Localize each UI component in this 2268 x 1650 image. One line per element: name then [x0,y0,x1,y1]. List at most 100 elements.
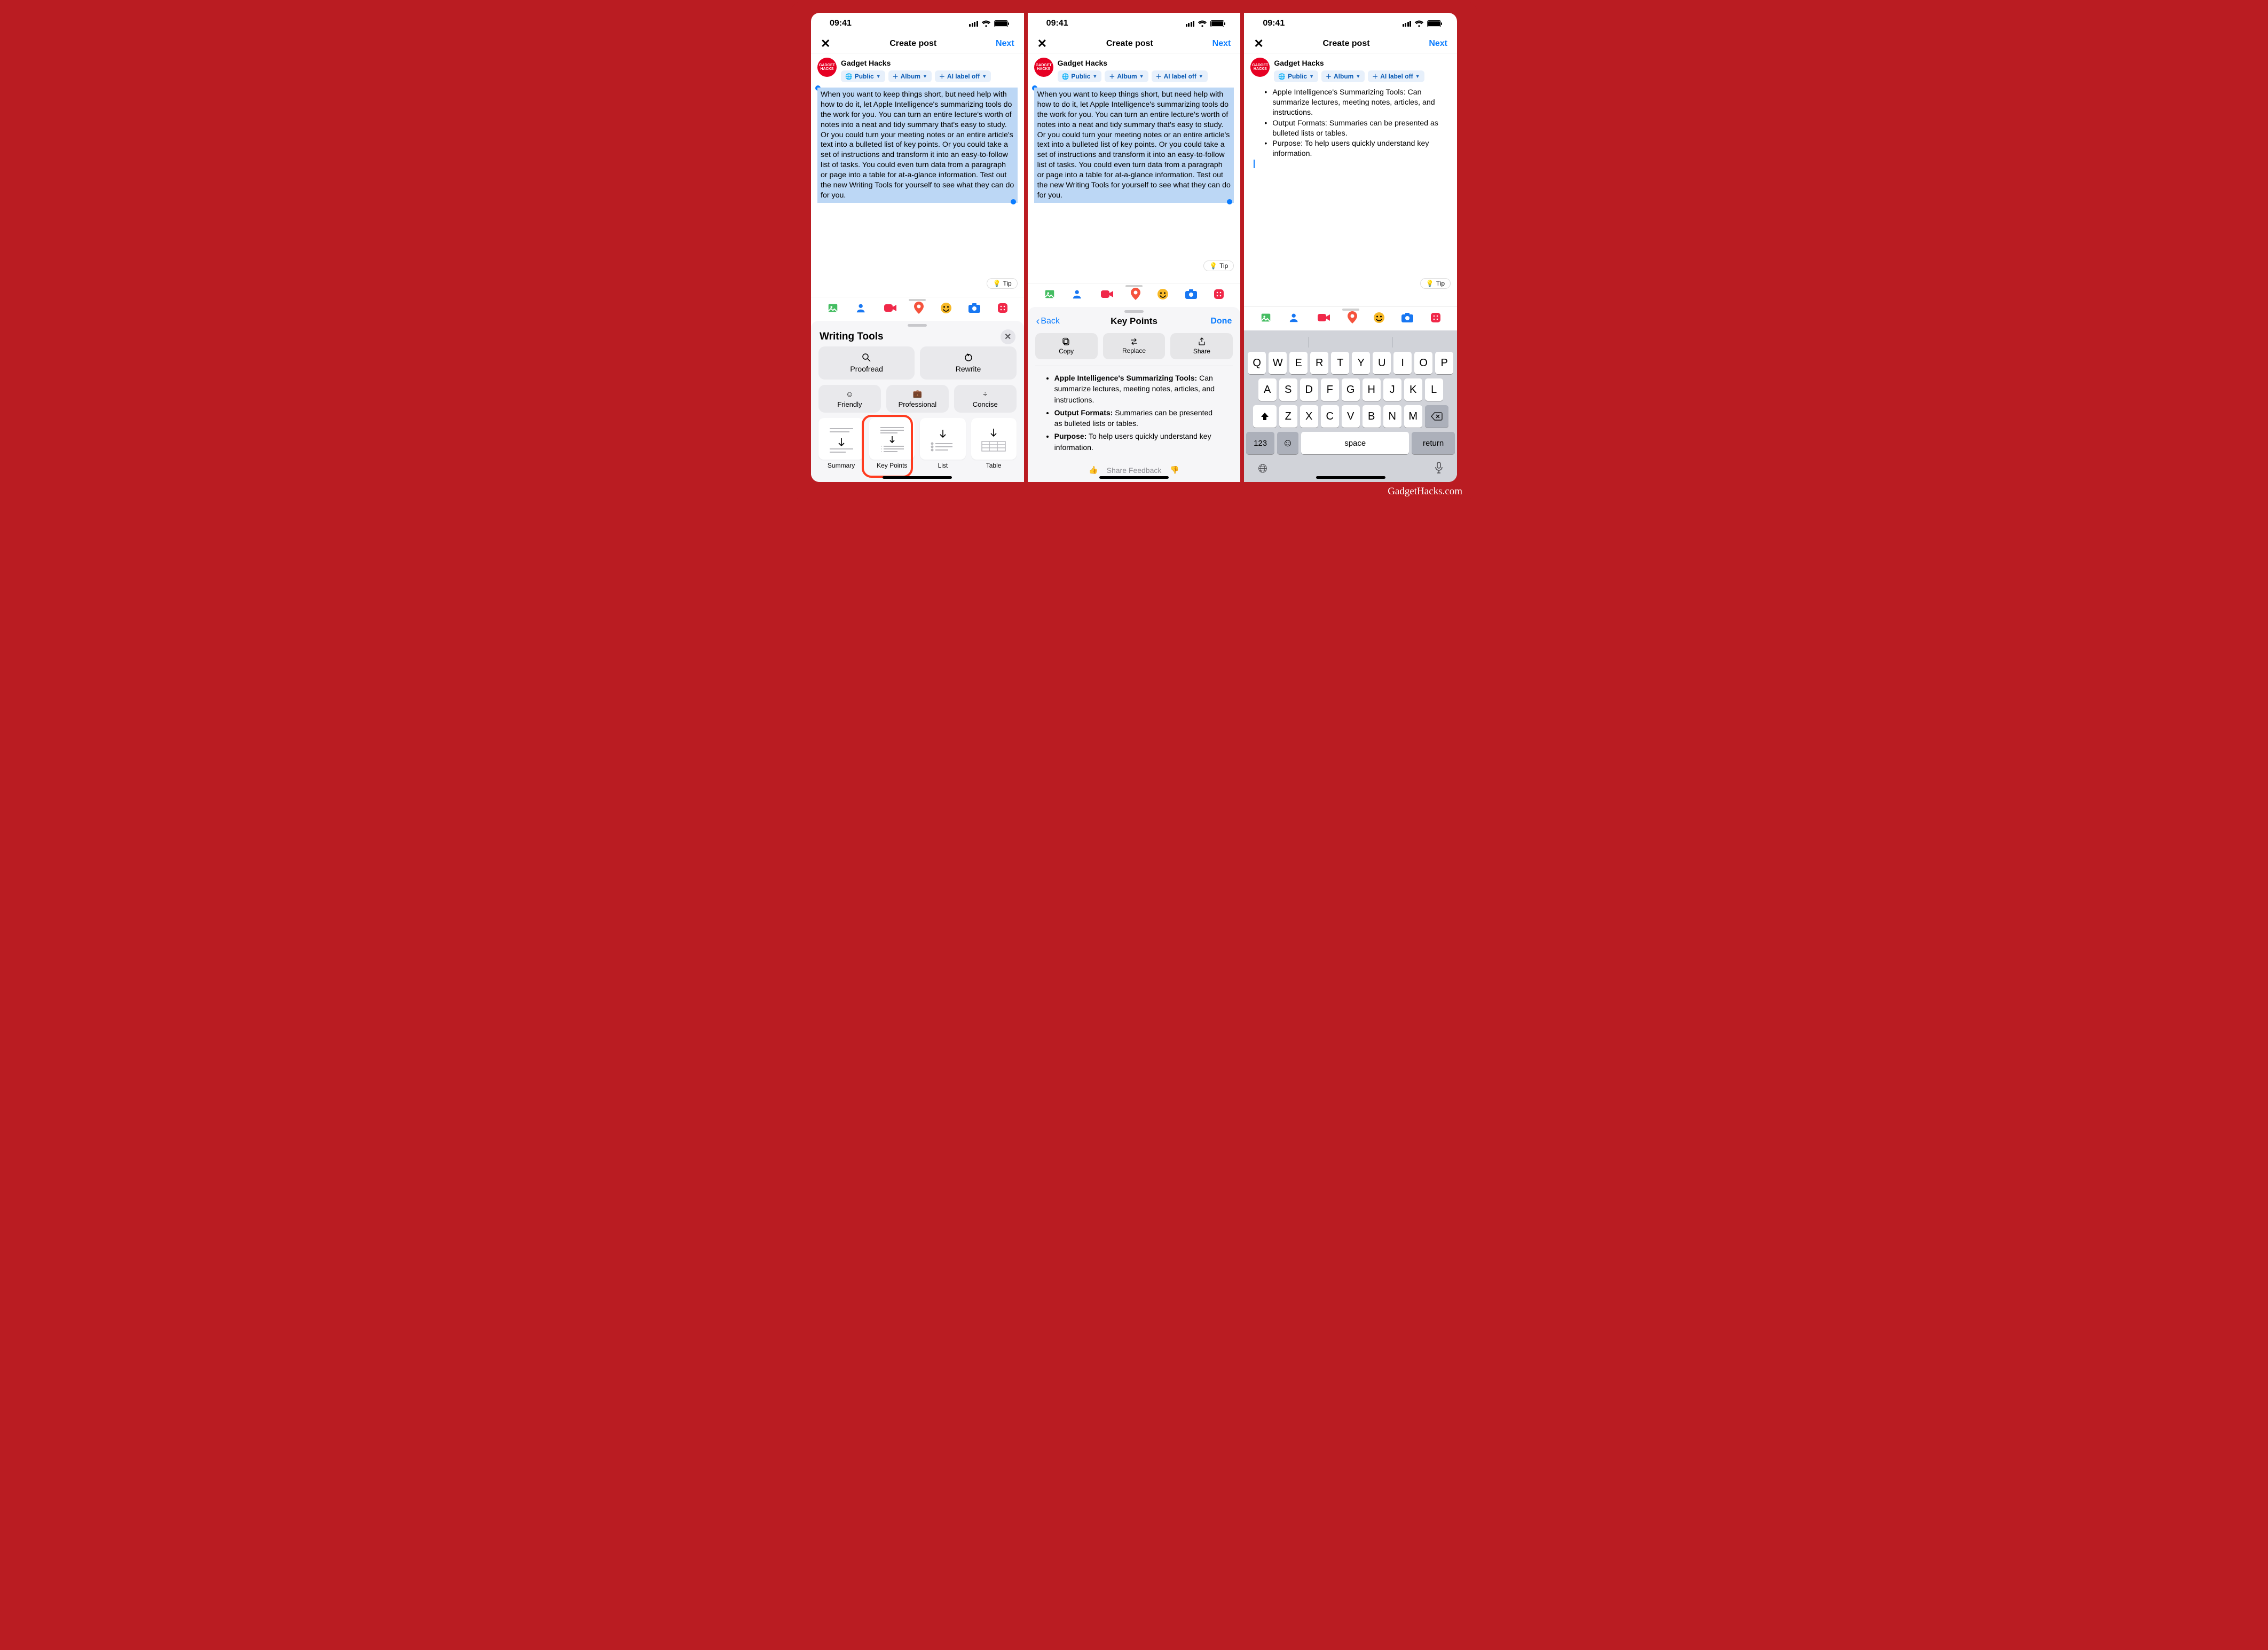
key-k[interactable]: K [1404,378,1422,401]
camera-icon[interactable] [1185,289,1198,299]
more-grid-icon[interactable] [997,302,1009,314]
replace-button[interactable]: Replace [1103,333,1166,359]
key-j[interactable]: J [1383,378,1401,401]
key-m[interactable]: M [1404,405,1422,428]
share-button[interactable]: Share [1170,333,1233,359]
post-text-bullets[interactable]: •Apple Intelligence's Summarizing Tools:… [1250,88,1451,169]
globe-key[interactable]: 🌐︎ [1258,462,1267,476]
album-chip[interactable]: ＋Album▼ [1321,70,1365,82]
ai-label-chip[interactable]: ＋AI label off▼ [935,70,991,82]
key-n[interactable]: N [1383,405,1401,428]
camera-video-icon[interactable] [1100,289,1114,299]
feeling-icon[interactable] [940,302,952,314]
list-tile[interactable]: List [920,418,965,469]
camera-video-icon[interactable] [1317,312,1331,323]
ai-label-chip[interactable]: ＋AI label off▼ [1368,70,1424,82]
close-button[interactable]: ✕ [821,37,830,51]
album-chip[interactable]: ＋Album▼ [1105,70,1148,82]
audience-chip[interactable]: 🌐Public▼ [841,70,885,82]
key-c[interactable]: C [1321,405,1339,428]
tip-pill[interactable]: 💡Tip [987,278,1017,289]
selection-end-handle[interactable] [1227,199,1232,204]
key-l[interactable]: L [1425,378,1443,401]
close-button[interactable]: ✕ [1254,37,1263,51]
location-pin-icon[interactable] [1130,288,1141,301]
numbers-key[interactable]: 123 [1246,432,1274,454]
thumbs-up-icon[interactable]: 👍 [1089,465,1098,475]
next-button[interactable]: Next [1212,39,1231,49]
backspace-key[interactable] [1425,405,1448,428]
key-u[interactable]: U [1373,352,1391,374]
key-z[interactable]: Z [1279,405,1297,428]
key-p[interactable]: P [1435,352,1453,374]
location-pin-icon[interactable] [1347,311,1358,324]
next-button[interactable]: Next [996,39,1014,49]
concise-button[interactable]: ÷Concise [954,385,1017,413]
audience-chip[interactable]: 🌐Public▼ [1058,70,1102,82]
home-indicator[interactable] [883,476,952,479]
post-text-selected[interactable]: When you want to keep things short, but … [817,88,1018,203]
location-pin-icon[interactable] [914,302,924,314]
key-s[interactable]: S [1279,378,1297,401]
key-e[interactable]: E [1289,352,1308,374]
key-h[interactable]: H [1363,378,1381,401]
friendly-button[interactable]: ☺Friendly [818,385,881,413]
feeling-icon[interactable] [1373,312,1385,323]
drag-handle[interactable] [909,299,926,301]
key-b[interactable]: B [1363,405,1381,428]
key-o[interactable]: O [1414,352,1432,374]
camera-video-icon[interactable] [884,303,897,313]
camera-icon[interactable] [968,303,981,313]
drag-handle[interactable] [1342,309,1359,311]
photo-icon[interactable] [1259,312,1272,323]
next-button[interactable]: Next [1429,39,1447,49]
photo-icon[interactable] [826,302,839,314]
ai-label-chip[interactable]: ＋AI label off▼ [1152,70,1208,82]
drag-handle[interactable] [908,324,927,327]
photo-icon[interactable] [1043,288,1056,300]
key-v[interactable]: V [1342,405,1360,428]
selection-end-handle[interactable] [1011,199,1016,204]
key-f[interactable]: F [1321,378,1339,401]
key-x[interactable]: X [1300,405,1318,428]
key-i[interactable]: I [1393,352,1412,374]
return-key[interactable]: return [1412,432,1455,454]
key-g[interactable]: G [1342,378,1360,401]
tip-pill[interactable]: 💡Tip [1420,278,1451,289]
key-t[interactable]: T [1331,352,1349,374]
key-y[interactable]: Y [1352,352,1370,374]
proofread-button[interactable]: Proofread [818,346,915,380]
thumbs-down-icon[interactable]: 👎 [1170,465,1179,475]
tag-people-icon[interactable] [1072,288,1084,300]
drag-handle[interactable] [1124,310,1144,313]
table-tile[interactable]: Table [971,418,1017,469]
space-key[interactable]: space [1301,432,1409,454]
key-d[interactable]: D [1300,378,1318,401]
key-w[interactable]: W [1269,352,1287,374]
post-text-selected[interactable]: When you want to keep things short, but … [1034,88,1234,203]
copy-button[interactable]: Copy [1035,333,1098,359]
more-grid-icon[interactable] [1213,288,1225,300]
close-button[interactable]: ✕ [1037,37,1047,51]
back-button[interactable]: ‹Back [1036,315,1060,328]
key-q[interactable]: Q [1248,352,1266,374]
drag-handle[interactable] [1125,285,1143,287]
done-button[interactable]: Done [1210,317,1232,326]
key-a[interactable]: A [1258,378,1277,401]
mic-key[interactable] [1435,462,1443,476]
emoji-key[interactable]: ☺ [1277,432,1298,454]
summary-tile[interactable]: Summary [818,418,864,469]
close-sheet-button[interactable]: ✕ [1001,329,1015,344]
camera-icon[interactable] [1401,312,1414,323]
professional-button[interactable]: 💼Professional [886,385,949,413]
tip-pill[interactable]: 💡Tip [1203,260,1234,271]
home-indicator[interactable] [1099,476,1169,479]
shift-key[interactable] [1253,405,1277,428]
home-indicator[interactable] [1316,476,1385,479]
tag-people-icon[interactable] [855,302,868,314]
feeling-icon[interactable] [1157,288,1169,300]
key-r[interactable]: R [1310,352,1328,374]
rewrite-button[interactable]: Rewrite [920,346,1016,380]
album-chip[interactable]: ＋Album▼ [888,70,932,82]
more-grid-icon[interactable] [1430,312,1442,323]
